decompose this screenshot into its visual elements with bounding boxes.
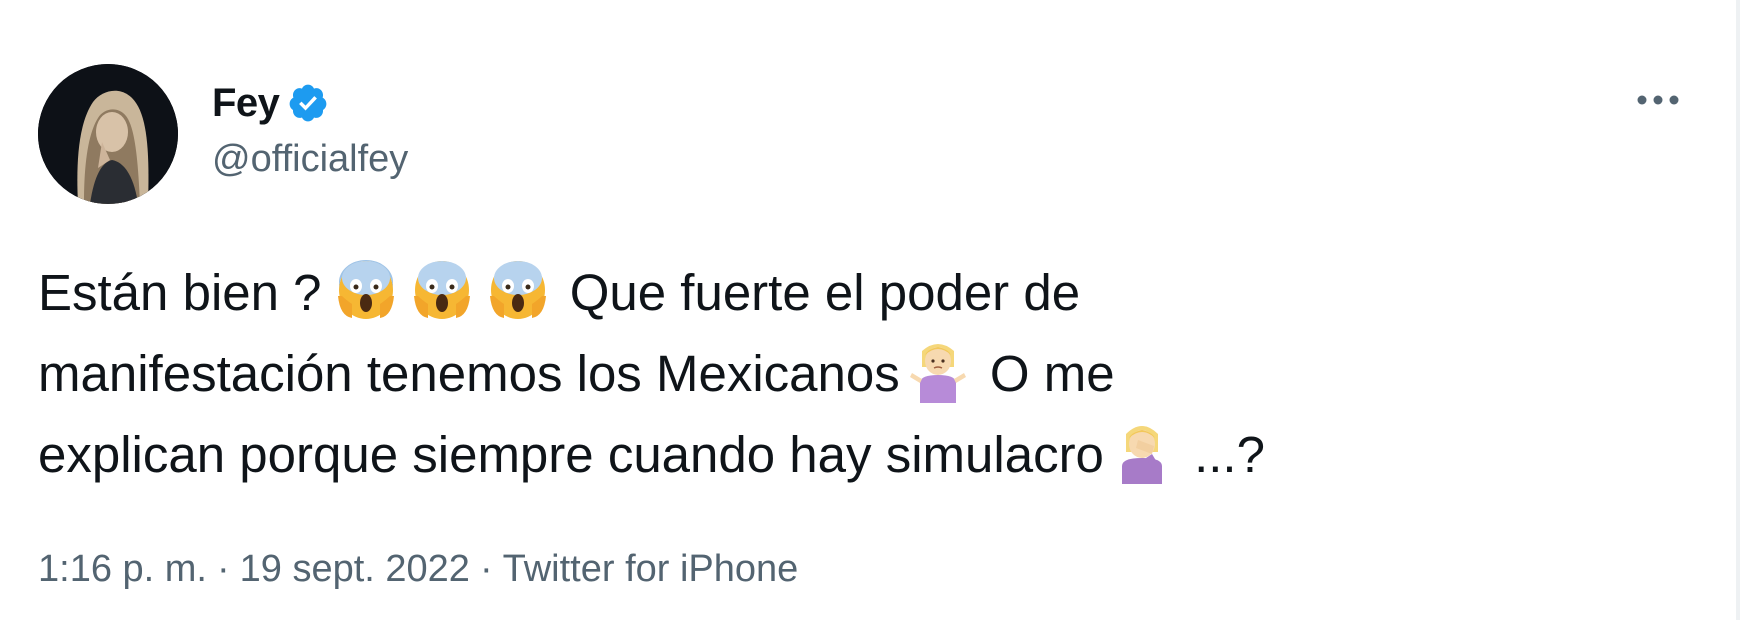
author-handle[interactable]: @officialfey [212, 138, 408, 181]
tweet-text-segment: O me [989, 345, 1115, 402]
profile-photo-icon [38, 64, 178, 204]
tweet-text-segment: Que fuerte el poder de [569, 264, 1081, 321]
tweet-text-segment: ...? [1194, 426, 1265, 483]
person-shrugging-icon [908, 337, 968, 403]
author-avatar[interactable] [38, 64, 178, 204]
tweet-text-segment: manifestación tenemos los Mexicanos [38, 345, 900, 402]
tweet-text-segment: explican porque siempre cuando hay simul… [38, 426, 1104, 483]
tweet-card: Fey @officialfey Están bien ? Que fuerte… [0, 0, 1740, 620]
person-facepalming-icon [1112, 418, 1172, 484]
meta-separator: · [479, 548, 493, 590]
author-name-row[interactable]: Fey [212, 78, 329, 128]
face-screaming-in-fear-icon [412, 256, 472, 322]
tweet-text: Están bien ? Que fuerte el poder de manif… [38, 252, 1598, 495]
tweet-time[interactable]: 1:16 p. m. [38, 548, 207, 591]
more-options-button[interactable] [1628, 80, 1688, 120]
tweet-text-segment: Están bien ? [38, 264, 322, 321]
meta-separator: · [216, 548, 230, 590]
face-screaming-in-fear-icon [488, 256, 548, 322]
verified-badge-icon [287, 82, 329, 124]
face-screaming-in-fear-icon [336, 256, 396, 322]
tweet-source: Twitter for iPhone [502, 548, 799, 590]
author-display-name[interactable]: Fey [212, 81, 280, 126]
tweet-metadata: 1:16 p. m. · 19 sept. 2022 · Twitter for… [38, 548, 798, 591]
more-horizontal-icon [1637, 95, 1679, 105]
tweet-date[interactable]: 19 sept. 2022 [240, 548, 470, 591]
